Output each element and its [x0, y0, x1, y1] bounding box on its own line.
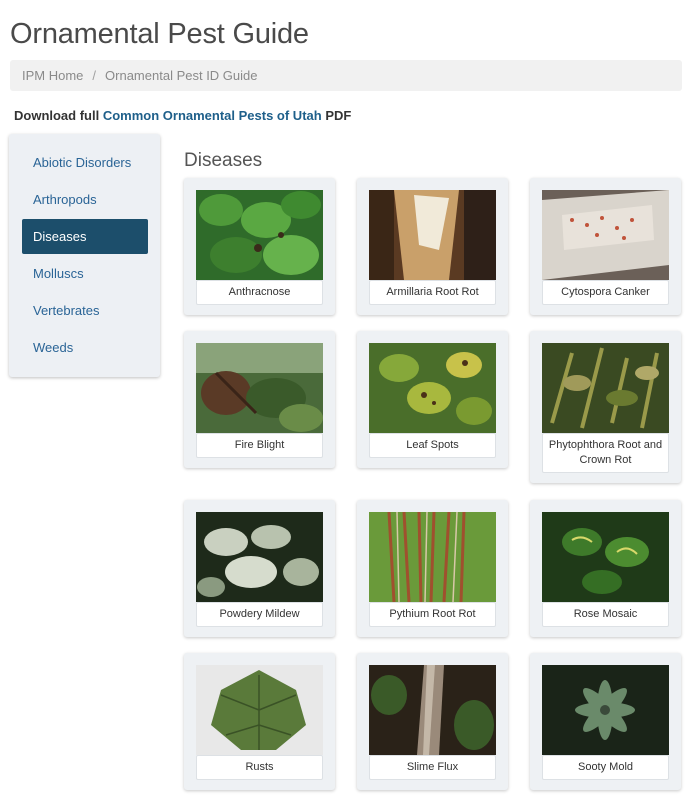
disease-card-pythium-root-rot[interactable]: Pythium Root Rot	[357, 500, 508, 637]
sidebar-item-abiotic-disorders[interactable]: Abiotic Disorders	[22, 145, 148, 180]
card-label: Armillaria Root Rot	[369, 280, 496, 305]
disease-card-anthracnose[interactable]: Anthracnose	[184, 178, 335, 315]
slime-flux-photo	[369, 665, 496, 755]
breadcrumb-current: Ornamental Pest ID Guide	[105, 68, 258, 83]
disease-card-fire-blight[interactable]: Fire Blight	[184, 331, 335, 468]
card-label: Pythium Root Rot	[369, 602, 496, 627]
disease-card-slime-flux[interactable]: Slime Flux	[357, 653, 508, 790]
card-label: Phytophthora Root and Crown Rot	[542, 433, 669, 473]
card-label: Rose Mosaic	[542, 602, 669, 627]
fire-blight-photo	[196, 343, 323, 433]
disease-card-rose-mosaic[interactable]: Rose Mosaic	[530, 500, 681, 637]
armillaria-root-rot-photo	[369, 190, 496, 280]
card-label: Sooty Mold	[542, 755, 669, 780]
card-label: Rusts	[196, 755, 323, 780]
breadcrumb: IPM Home / Ornamental Pest ID Guide	[10, 60, 682, 91]
card-label: Slime Flux	[369, 755, 496, 780]
download-suffix: PDF	[321, 108, 352, 123]
rusts-photo	[196, 665, 323, 755]
download-line: Download full Common Ornamental Pests of…	[14, 108, 351, 123]
disease-card-sooty-mold[interactable]: Sooty Mold	[530, 653, 681, 790]
card-label: Cytospora Canker	[542, 280, 669, 305]
disease-card-armillaria-root-rot[interactable]: Armillaria Root Rot	[357, 178, 508, 315]
sidebar-item-weeds[interactable]: Weeds	[22, 330, 148, 365]
anthracnose-photo	[196, 190, 323, 280]
pythium-root-rot-photo	[369, 512, 496, 602]
rose-mosaic-photo	[542, 512, 669, 602]
disease-card-powdery-mildew[interactable]: Powdery Mildew	[184, 500, 335, 637]
download-pdf-link[interactable]: Common Ornamental Pests of Utah	[103, 108, 322, 123]
phytophthora-root-and-crown-rot-photo	[542, 343, 669, 433]
disease-card-leaf-spots[interactable]: Leaf Spots	[357, 331, 508, 468]
sidebar-nav: Abiotic Disorders Arthropods Diseases Mo…	[9, 134, 160, 377]
card-label: Anthracnose	[196, 280, 323, 305]
disease-card-cytospora-canker[interactable]: Cytospora Canker	[530, 178, 681, 315]
card-label: Powdery Mildew	[196, 602, 323, 627]
breadcrumb-ipm-home[interactable]: IPM Home	[22, 68, 83, 83]
sidebar-item-arthropods[interactable]: Arthropods	[22, 182, 148, 217]
download-prefix: Download full	[14, 108, 103, 123]
sidebar-item-vertebrates[interactable]: Vertebrates	[22, 293, 148, 328]
sooty-mold-photo	[542, 665, 669, 755]
disease-card-phytophthora-root-and-crown-rot[interactable]: Phytophthora Root and Crown Rot	[530, 331, 681, 483]
sidebar-item-diseases[interactable]: Diseases	[22, 219, 148, 254]
sidebar-item-molluscs[interactable]: Molluscs	[22, 256, 148, 291]
page-title: Ornamental Pest Guide	[10, 18, 309, 50]
breadcrumb-separator: /	[92, 68, 97, 83]
section-title: Diseases	[184, 150, 263, 171]
disease-card-rusts[interactable]: Rusts	[184, 653, 335, 790]
cytospora-canker-photo	[542, 190, 669, 280]
powdery-mildew-photo	[196, 512, 323, 602]
card-label: Leaf Spots	[369, 433, 496, 458]
leaf-spots-photo	[369, 343, 496, 433]
card-label: Fire Blight	[196, 433, 323, 458]
